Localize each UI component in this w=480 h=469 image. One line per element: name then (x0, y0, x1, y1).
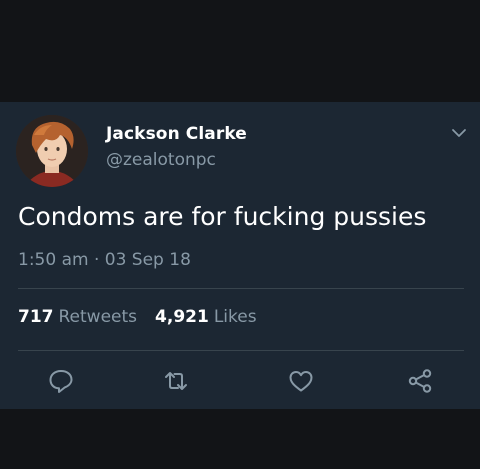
tweet-card[interactable]: Jackson Clarke @zealotonpc Condoms are f… (0, 102, 480, 409)
top-background (0, 0, 480, 102)
chevron-down-icon[interactable] (451, 124, 467, 137)
likes-count: 4,921 (155, 307, 209, 327)
divider (18, 288, 464, 289)
tweet-text: Condoms are for fucking pussies (18, 202, 427, 231)
likes-stat[interactable]: 4,921 Likes (155, 307, 257, 327)
author-display-name[interactable]: Jackson Clarke (106, 124, 247, 144)
share-icon[interactable] (406, 367, 434, 395)
avatar-illustration (16, 115, 88, 187)
author-handle[interactable]: @zealotonpc (106, 150, 216, 170)
retweets-label: Retweets (58, 307, 138, 327)
retweets-stat[interactable]: 717 Retweets (18, 307, 137, 327)
divider (18, 350, 464, 351)
avatar[interactable] (16, 115, 88, 187)
reply-icon[interactable] (47, 367, 75, 395)
likes-label: Likes (213, 307, 257, 327)
like-icon[interactable] (287, 367, 315, 395)
retweets-count: 717 (18, 307, 54, 327)
tweet-stats: 717 Retweets 4,921 Likes (18, 307, 257, 327)
tweet-timestamp[interactable]: 1:50 am · 03 Sep 18 (18, 250, 191, 270)
retweet-icon[interactable] (162, 367, 190, 395)
bottom-background (0, 409, 480, 469)
